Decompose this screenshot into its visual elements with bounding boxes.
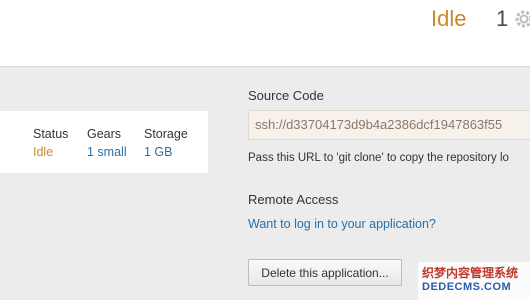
remote-access-heading: Remote Access	[248, 192, 339, 207]
delete-application-button[interactable]: Delete this application...	[248, 259, 402, 286]
gears-link[interactable]: 1 small	[87, 145, 127, 159]
source-url-field[interactable]: ssh://d33704173d9b4a2386dcf1947863f55	[248, 110, 530, 140]
status-column: Status Idle	[33, 125, 68, 161]
remote-access-link[interactable]: Want to log in to your application?	[248, 217, 436, 231]
storage-column: Storage 1 GB	[144, 125, 188, 161]
source-code-heading: Source Code	[248, 88, 324, 103]
app-header: Idle 1	[0, 0, 530, 67]
source-url-help: Pass this URL to 'git clone' to copy the…	[248, 152, 509, 164]
status-value: Idle	[33, 145, 54, 159]
app-info-panel: Status Idle Gears 1 small Storage 1 GB	[0, 111, 208, 173]
gears-column: Gears 1 small	[87, 125, 127, 161]
status-label: Status	[33, 127, 69, 141]
gear-icon[interactable]	[514, 9, 530, 29]
storage-label: Storage	[144, 127, 188, 141]
watermark-text-cn: 织梦内容管理系统	[422, 266, 519, 280]
gears-label: Gears	[87, 127, 122, 141]
gear-count: 1	[496, 6, 509, 31]
watermark: 织梦内容管理系统 DEDECMS.COM	[418, 262, 530, 300]
storage-link[interactable]: 1 GB	[144, 145, 173, 159]
watermark-text-en: DEDECMS.COM	[422, 281, 512, 293]
app-status: Idle	[431, 6, 467, 31]
